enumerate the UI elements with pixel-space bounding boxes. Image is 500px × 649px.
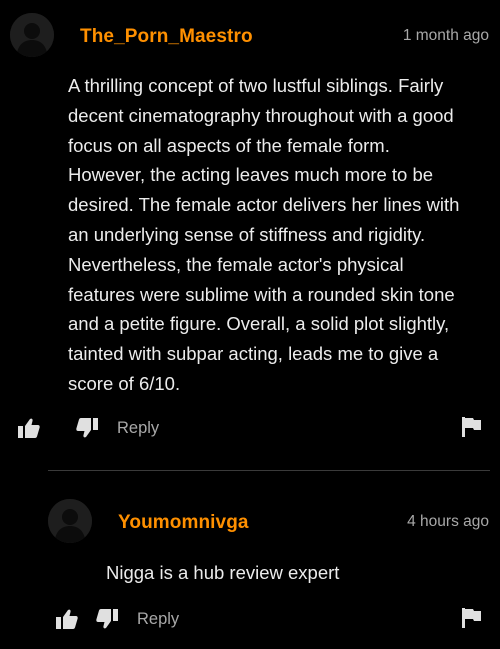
comment-actions: Reply [55,606,179,632]
comment-body-line: tainted with subpar acting, leads me to … [68,343,439,365]
comment-body-line: However, the acting leaves much more to … [68,164,434,186]
reply-button[interactable]: Reply [137,610,179,629]
comment-timestamp: 1 month ago [402,27,489,44]
comment-actions: Reply [17,415,159,441]
comment-body-line: A thrilling concept of two lustful sibli… [68,75,444,96]
comment-body-line: an underlying sense of stiffness and rig… [68,223,426,245]
user-avatar[interactable] [48,499,92,543]
default-avatar-icon [10,13,54,57]
comment-body-line: features were sublime with a rounded ski… [68,283,455,305]
reply-button[interactable]: Reply [117,419,159,438]
like-button[interactable] [55,607,79,631]
thumbs-down-icon [76,418,98,438]
thumbs-down-icon [96,609,118,629]
comment-body-line: Nigga is a hub review expert [106,562,340,583]
flag-button[interactable] [462,417,482,442]
comment-body-line: score of 6/10. [68,372,181,394]
like-button[interactable] [17,416,41,440]
dislike-button[interactable] [95,607,119,631]
user-avatar[interactable] [10,13,54,57]
comment-timestamp: 4 hours ago [407,513,489,530]
comment-body-line: decent cinematography throughout with a … [68,104,454,126]
thumbs-up-icon [18,418,40,438]
comment-body-line: desired. The female actor delivers her l… [68,194,460,216]
comment-body: Nigga is a hub review expert [106,558,339,588]
flag-button[interactable] [462,608,482,633]
comment-username[interactable]: The_Porn_Maestro [80,26,253,48]
comment-body-line: Nevertheless, the female actor's physica… [68,253,404,275]
thumbs-up-icon [56,609,78,629]
flag-icon [462,417,481,437]
comment-body-line: and a petite figure. Overall, a solid pl… [68,313,450,335]
reply-divider [48,470,490,471]
comment-body: A thrilling concept of two lustful sibli… [68,71,459,399]
comment-body-line: focus on all aspects of the female form. [68,134,390,156]
dislike-button[interactable] [75,416,99,440]
default-avatar-icon [48,499,92,543]
comment-username[interactable]: Youmomnivga [118,512,249,534]
flag-icon [462,608,481,628]
